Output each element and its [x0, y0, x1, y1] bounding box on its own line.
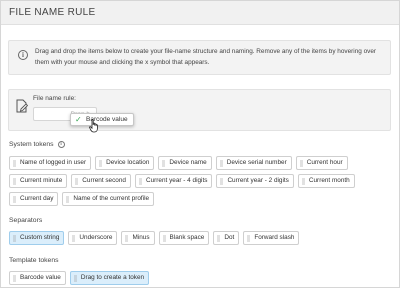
- drag-handle-icon: [66, 195, 70, 203]
- token-label: Custom string: [20, 234, 60, 241]
- token-device-location[interactable]: Device location: [95, 156, 155, 170]
- system-tokens-row-3: Current day Name of the current profile: [9, 192, 155, 206]
- token-label: Device serial number: [226, 159, 287, 166]
- token-label: Forward slash: [254, 234, 295, 241]
- drag-handle-icon: [299, 159, 303, 167]
- token-label: Drag to create a token: [80, 274, 145, 281]
- token-label: Blank space: [169, 234, 205, 241]
- token-label: Underscore: [79, 234, 113, 241]
- drag-handle-icon: [162, 159, 166, 167]
- info-icon: i: [18, 50, 28, 60]
- token-name-of-current-profile[interactable]: Name of the current profile: [62, 192, 155, 206]
- system-tokens-row-1: Name of logged in user Device location D…: [9, 156, 348, 170]
- drag-handle-icon: [13, 195, 16, 203]
- token-current-year-4-digits[interactable]: Current year - 4 digits: [134, 174, 213, 188]
- page-title: FILE NAME RULE: [9, 7, 96, 18]
- token-label: Current minute: [20, 177, 63, 184]
- token-current-second[interactable]: Current second: [71, 174, 131, 188]
- file-name-rule-box: File name rule: Drop h ✓ Barcode value: [8, 89, 391, 133]
- separator-forward-slash[interactable]: Forward slash: [243, 231, 300, 245]
- system-tokens-label: System tokens: [9, 141, 54, 148]
- token-device-serial-number[interactable]: Device serial number: [215, 156, 292, 170]
- template-tokens-row: Barcode value Drag to create a token: [9, 271, 150, 285]
- token-label: Device location: [106, 159, 150, 166]
- info-icon[interactable]: i: [57, 141, 65, 148]
- drag-handle-icon: [301, 177, 305, 185]
- token-current-day[interactable]: Current day: [9, 192, 59, 206]
- token-label: Current second: [82, 177, 126, 184]
- drag-handle-icon: [13, 159, 16, 167]
- separator-blank-space[interactable]: Blank space: [158, 231, 210, 245]
- separator-custom-string[interactable]: Custom string: [9, 231, 65, 245]
- info-box: i Drag and drop the items below to creat…: [8, 40, 391, 75]
- drag-handle-icon: [13, 234, 16, 242]
- separator-underscore[interactable]: Underscore: [68, 231, 118, 245]
- drag-handle-icon: [247, 234, 251, 242]
- token-label: Device name: [169, 159, 207, 166]
- drag-handle-icon: [138, 177, 142, 185]
- drag-handle-icon: [219, 159, 223, 167]
- info-text: Drag and drop the items below to create …: [35, 48, 377, 66]
- token-label: Current year - 4 digits: [145, 177, 208, 184]
- token-device-name[interactable]: Device name: [158, 156, 212, 170]
- check-icon: ✓: [75, 115, 82, 124]
- system-tokens-heading: System tokens i: [9, 141, 65, 148]
- drag-handle-icon: [75, 177, 79, 185]
- token-label: Current day: [20, 195, 54, 202]
- drag-handle-icon: [162, 234, 166, 242]
- drag-handle-icon: [99, 159, 103, 167]
- separators-label: Separators: [9, 217, 43, 224]
- token-label: Barcode value: [20, 274, 61, 281]
- dragging-token[interactable]: ✓ Barcode value: [70, 113, 134, 126]
- template-token-drag-to-create[interactable]: Drag to create a token: [69, 271, 150, 285]
- separator-minus[interactable]: Minus: [121, 231, 155, 245]
- token-current-year-2-digits[interactable]: Current year - 2 digits: [216, 174, 294, 188]
- token-label: Minus: [132, 234, 150, 241]
- template-token-barcode-value[interactable]: Barcode value: [9, 271, 66, 285]
- drag-handle-icon: [217, 234, 221, 242]
- template-tokens-label: Template tokens: [9, 257, 59, 264]
- token-current-hour[interactable]: Current hour: [295, 156, 348, 170]
- drag-handle-icon: [13, 177, 16, 185]
- document-edit-icon: [16, 99, 28, 113]
- token-label: Dot: [224, 234, 235, 241]
- drag-handle-icon: [73, 274, 77, 282]
- token-label: Current year - 2 digits: [227, 177, 289, 184]
- drag-handle-icon: [220, 177, 224, 185]
- token-label: Current hour: [306, 159, 343, 166]
- token-label: Name of the current profile: [73, 195, 150, 202]
- title-bar: FILE NAME RULE: [1, 1, 399, 25]
- drag-handle-icon: [72, 234, 76, 242]
- drag-handle-icon: [125, 234, 129, 242]
- token-current-month[interactable]: Current month: [297, 174, 355, 188]
- separators-heading: Separators: [9, 217, 42, 224]
- system-tokens-row-2: Current minute Current second Current ye…: [9, 174, 355, 188]
- token-label: Name of logged in user: [20, 159, 87, 166]
- token-label: Current month: [308, 177, 350, 184]
- file-name-rule-panel: FILE NAME RULE i Drag and drop the items…: [0, 0, 400, 288]
- separator-dot[interactable]: Dot: [213, 231, 240, 245]
- token-name-of-logged-in-user[interactable]: Name of logged in user: [9, 156, 92, 170]
- file-name-rule-label: File name rule:: [33, 95, 76, 102]
- hand-cursor-icon: [89, 119, 98, 133]
- template-tokens-heading: Template tokens: [9, 257, 59, 264]
- drag-handle-icon: [13, 274, 16, 282]
- token-current-minute[interactable]: Current minute: [9, 174, 68, 188]
- separators-row: Custom string Underscore Minus Blank spa…: [9, 231, 300, 245]
